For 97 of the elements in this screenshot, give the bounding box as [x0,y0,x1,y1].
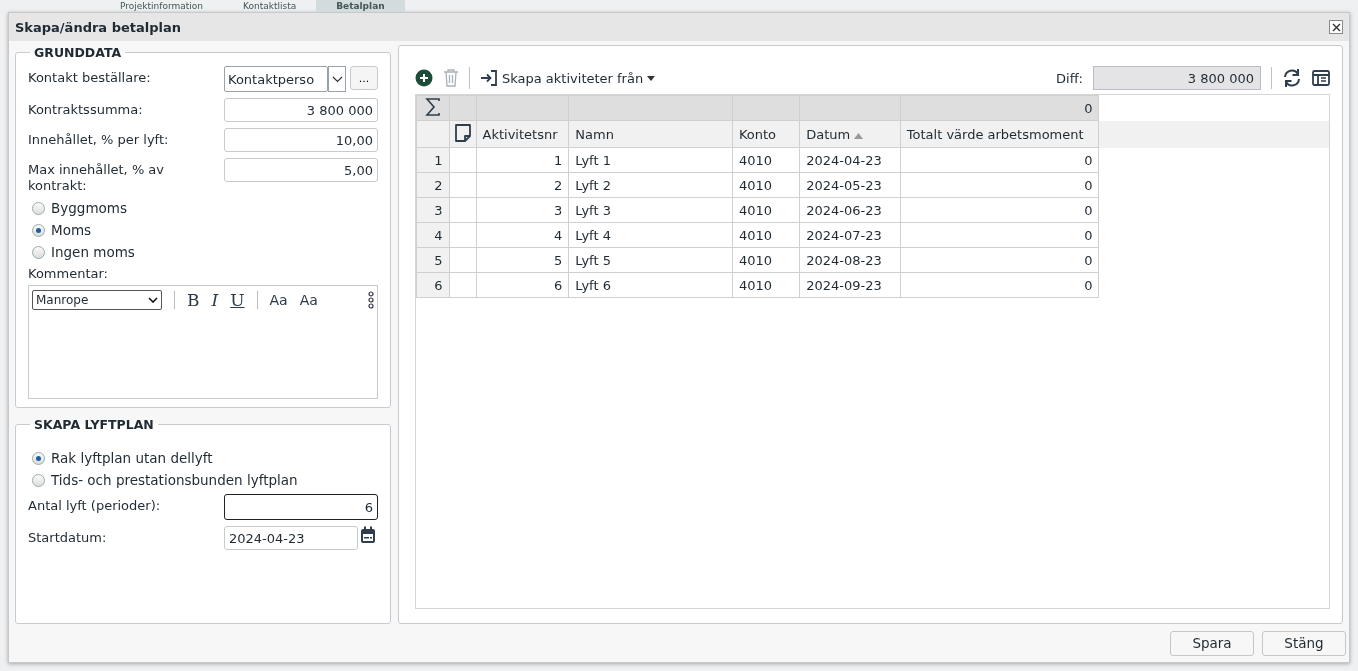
note-icon[interactable] [452,122,473,143]
table-cell: 4010 [732,222,800,248]
row-number: 6 [416,272,450,298]
more-button[interactable]: ... [350,66,378,90]
add-icon[interactable] [415,69,433,87]
table-cell: Lyft 4 [568,222,733,248]
column-header[interactable]: Konto [732,120,800,148]
table-settings-icon[interactable] [1312,69,1330,87]
table-cell: 2024-09-23 [799,272,901,298]
format-button[interactable]: I [211,290,219,310]
row-number: 1 [416,147,450,173]
table-cell: 3 [476,197,569,223]
column-header[interactable]: Namn [568,120,733,148]
more-vertical-icon[interactable] [368,291,374,309]
table-cell: 2024-08-23 [799,247,901,273]
table-cell: 0 [900,147,1099,173]
footer-button[interactable]: Spara [1170,630,1254,656]
background-tab[interactable]: Kontaktlista [223,0,317,12]
row-number: 3 [416,197,450,223]
number-field[interactable]: 10,00 [224,128,378,152]
field-label: Diff: [1056,70,1083,86]
number-field[interactable]: 5,00 [224,158,378,182]
radio-label: Ingen moms [51,244,135,260]
format-button[interactable]: U [230,290,245,310]
date-field[interactable]: 2024-04-23 [224,526,358,550]
number-field[interactable]: 3 800 000 [224,98,378,122]
table-cell: 2024-05-23 [799,172,901,198]
table-cell: 6 [476,272,569,298]
arrow-into-box-icon [480,70,498,86]
column-header[interactable]: Aktivitetsnr [476,120,569,148]
table-cell: Lyft 5 [568,247,733,273]
caret-down-icon [647,75,656,81]
footer-button[interactable]: Stäng [1262,630,1346,656]
table-cell: 4010 [732,172,800,198]
radio-button[interactable] [32,201,45,215]
sum-icon[interactable] [424,97,441,116]
calendar-icon[interactable] [360,526,376,544]
table-cell: 2024-04-23 [799,147,901,173]
radio-button[interactable] [32,473,45,487]
close-icon[interactable] [1329,20,1343,34]
radio-button[interactable] [32,245,45,259]
window-title: Skapa/ändra betalplan [15,19,181,35]
diff-field[interactable]: 3 800 000 [1093,66,1261,90]
field-label: Kommentar: [28,266,109,281]
table-cell: 0 [900,172,1099,198]
table-cell: 4010 [732,147,800,173]
radio-label: Rak lyftplan utan dellyft [51,450,213,466]
table-cell: 2024-07-23 [799,222,901,248]
comment-editor[interactable]: Manrope B I U Aa Aa [28,285,378,399]
table-cell: 2024-06-23 [799,197,901,223]
radio-label: Moms [51,222,92,238]
format-button[interactable]: Aa [299,292,318,308]
row-number: 5 [416,247,450,273]
table-cell: 1 [476,147,569,173]
table-cell: 4010 [732,272,800,298]
table-cell: 0 [900,247,1099,273]
field-label: Antal lyft (perioder): [28,497,162,514]
refresh-icon[interactable] [1282,68,1302,88]
format-button[interactable]: B [187,290,200,310]
section-legend: GRUNDDATA [30,45,126,60]
table-cell: 4 [476,222,569,248]
chevron-down-icon [148,297,158,303]
font-select[interactable]: Manrope [32,290,162,310]
radio-button[interactable] [32,223,45,237]
table-cell: Lyft 3 [568,197,733,223]
radio-button[interactable] [32,451,45,465]
column-header[interactable]: Totalt värde arbetsmoment [900,120,1099,148]
row-number: 4 [416,222,450,248]
background-tab[interactable]: Projektinformation [100,0,223,12]
row-number: 2 [416,172,450,198]
table-cell: 0 [900,222,1099,248]
sum-cell: 0 [900,95,1099,121]
table-cell: 0 [900,197,1099,223]
table-cell: 4010 [732,247,800,273]
table-cell: Lyft 1 [568,147,733,173]
table-cell: Lyft 2 [568,172,733,198]
table-cell: Lyft 6 [568,272,733,298]
number-field[interactable]: 6 [224,494,378,520]
create-activities-button[interactable]: Skapa aktiviteter från [480,70,656,86]
chevron-down-icon[interactable] [328,66,346,92]
column-header[interactable]: Datum [799,120,901,148]
sort-ascending-icon [854,132,864,139]
field-label: Startdatum: [28,529,108,546]
contact-select[interactable]: Kontaktperso [224,66,328,92]
field-label: Max innehållet, % av kontrakt: [28,161,166,194]
radio-label: Byggmoms [51,200,127,216]
radio-label: Tids- och prestationsbunden lyftplan [51,472,298,488]
field-label: Kontraktssumma: [28,101,144,118]
table-cell: 4010 [732,197,800,223]
table-cell: 2 [476,172,569,198]
field-label: Innehållet, % per lyft: [28,131,170,148]
table-cell: 5 [476,247,569,273]
background-tab[interactable]: Betalplan [316,0,405,12]
table-cell: 0 [900,272,1099,298]
section-legend: SKAPA LYFTPLAN [30,417,158,432]
format-button[interactable]: Aa [269,292,288,308]
field-label: Kontakt beställare: [28,69,152,86]
